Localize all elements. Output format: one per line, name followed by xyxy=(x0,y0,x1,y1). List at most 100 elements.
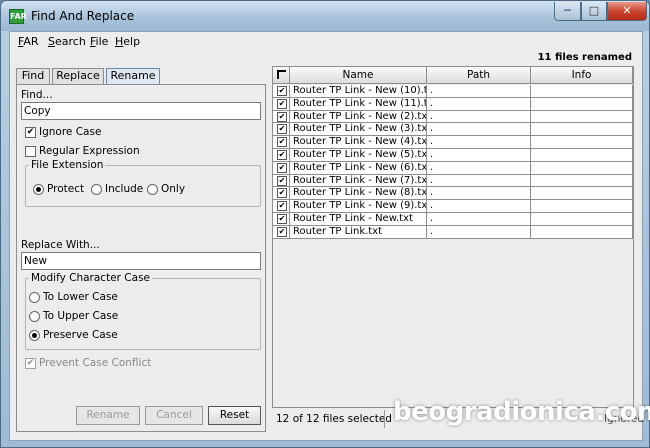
cell-info[interactable] xyxy=(531,123,633,137)
cell-path[interactable]: . xyxy=(427,136,531,149)
row-checkbox-cell[interactable]: ✔ xyxy=(273,174,290,188)
menu-far[interactable]: FAR xyxy=(18,35,39,48)
cell-path[interactable]: . xyxy=(427,187,531,201)
row-checkbox[interactable]: ✔ xyxy=(277,124,287,135)
cell-name[interactable]: Router TP Link - New (3).txt xyxy=(290,123,427,137)
table-row[interactable]: ✔ Router TP Link - New (9).txt. xyxy=(273,200,633,213)
row-checkbox[interactable]: ✔ xyxy=(277,201,287,212)
row-checkbox[interactable]: ✔ xyxy=(277,188,287,199)
cell-path[interactable]: . xyxy=(427,161,531,175)
cell-name[interactable]: Router TP Link - New (9).txt xyxy=(290,200,427,213)
cell-name[interactable]: Router TP Link - New (7).txt xyxy=(290,174,427,188)
row-checkbox-cell[interactable]: ✔ xyxy=(273,123,290,137)
radio-upper-case[interactable] xyxy=(29,311,40,322)
cell-info[interactable] xyxy=(531,110,633,124)
row-checkbox[interactable]: ✔ xyxy=(277,111,287,122)
row-checkbox[interactable]: ✔ xyxy=(277,86,287,96)
cell-info[interactable] xyxy=(531,136,633,149)
menu-help[interactable]: Help xyxy=(115,35,140,48)
table-row[interactable]: ✔ Router TP Link - New (2).txt. xyxy=(273,110,633,124)
minimize-button[interactable]: ─ xyxy=(554,2,581,21)
table-row[interactable]: ✔ Router TP Link - New (7).txt. xyxy=(273,174,633,188)
row-checkbox[interactable]: ✔ xyxy=(277,214,287,224)
row-checkbox-cell[interactable]: ✔ xyxy=(273,149,290,162)
radio-only[interactable] xyxy=(147,184,158,195)
table-row[interactable]: ✔ Router TP Link - New (3).txt. xyxy=(273,123,633,137)
select-all-header[interactable] xyxy=(273,67,290,84)
cell-name[interactable]: Router TP Link - New.txt xyxy=(290,213,427,226)
cell-path[interactable]: . xyxy=(427,123,531,137)
cell-name[interactable]: Router TP Link - New (6).txt xyxy=(290,161,427,175)
row-checkbox[interactable]: ✔ xyxy=(277,150,287,160)
row-checkbox-cell[interactable]: ✔ xyxy=(273,213,290,226)
cell-path[interactable]: . xyxy=(427,213,531,226)
tab-rename[interactable]: Rename xyxy=(106,68,160,85)
table-row[interactable]: ✔ Router TP Link - New (8).txt. xyxy=(273,187,633,201)
radio-preserve-case[interactable] xyxy=(29,330,40,341)
column-header-path[interactable]: Path xyxy=(427,67,531,84)
row-checkbox[interactable]: ✔ xyxy=(277,162,287,173)
table-row[interactable]: ✔ Router TP Link - New (6).txt. xyxy=(273,161,633,175)
table-row[interactable]: ✔ Router TP Link.txt. xyxy=(273,225,633,239)
row-checkbox[interactable]: ✔ xyxy=(277,137,287,148)
prevent-conflict-checkbox[interactable]: ✔ xyxy=(25,358,36,369)
regex-checkbox[interactable] xyxy=(25,146,36,157)
cell-name[interactable]: Router TP Link.txt xyxy=(290,225,427,239)
cancel-button[interactable]: Cancel xyxy=(145,406,203,425)
cell-info[interactable] xyxy=(531,200,633,213)
cell-info[interactable] xyxy=(531,97,633,111)
tab-find[interactable]: Find xyxy=(16,68,50,84)
ignore-case-checkbox[interactable]: ✔ xyxy=(25,127,36,138)
cell-path[interactable]: . xyxy=(427,200,531,213)
cell-info[interactable] xyxy=(531,161,633,175)
cell-name[interactable]: Router TP Link - New (5).txt xyxy=(290,149,427,162)
table-row[interactable]: ✔ Router TP Link - New (10).txt. xyxy=(273,85,633,98)
column-header-name[interactable]: Name xyxy=(290,67,427,84)
rename-button[interactable]: Rename xyxy=(76,406,140,425)
replace-input[interactable]: New xyxy=(21,252,261,270)
row-checkbox-cell[interactable]: ✔ xyxy=(273,97,290,111)
table-row[interactable]: ✔ Router TP Link - New (4).txt. xyxy=(273,136,633,149)
row-checkbox-cell[interactable]: ✔ xyxy=(273,200,290,213)
row-checkbox[interactable]: ✔ xyxy=(277,175,287,186)
cell-path[interactable]: . xyxy=(427,97,531,111)
maximize-button[interactable]: □ xyxy=(581,2,607,21)
cell-name[interactable]: Router TP Link - New (8).txt xyxy=(290,187,427,201)
cell-name[interactable]: Router TP Link - New (4).txt xyxy=(290,136,427,149)
menu-search[interactable]: Search xyxy=(48,35,86,48)
row-checkbox-cell[interactable]: ✔ xyxy=(273,85,290,98)
cell-name[interactable]: Router TP Link - New (2).txt xyxy=(290,110,427,124)
cell-path[interactable]: . xyxy=(427,174,531,188)
reset-button[interactable]: Reset xyxy=(208,406,261,425)
row-checkbox-cell[interactable]: ✔ xyxy=(273,225,290,239)
cell-info[interactable] xyxy=(531,85,633,98)
radio-protect[interactable] xyxy=(33,184,44,195)
table-row[interactable]: ✔ Router TP Link - New (11).txt. xyxy=(273,97,633,111)
radio-lower-case[interactable] xyxy=(29,292,40,303)
cell-info[interactable] xyxy=(531,149,633,162)
radio-include[interactable] xyxy=(91,184,102,195)
cell-path[interactable]: . xyxy=(427,110,531,124)
row-checkbox[interactable]: ✔ xyxy=(277,226,287,237)
cell-info[interactable] xyxy=(531,187,633,201)
cell-path[interactable]: . xyxy=(427,149,531,162)
find-input[interactable]: Copy xyxy=(21,102,261,120)
row-checkbox-cell[interactable]: ✔ xyxy=(273,136,290,149)
menu-file[interactable]: File xyxy=(90,35,108,48)
cell-path[interactable]: . xyxy=(427,225,531,239)
table-row[interactable]: ✔ Router TP Link - New.txt. xyxy=(273,213,633,226)
row-checkbox[interactable]: ✔ xyxy=(277,98,287,109)
close-button[interactable]: ✕ xyxy=(607,2,647,21)
cell-name[interactable]: Router TP Link - New (10).txt xyxy=(290,85,427,98)
row-checkbox-cell[interactable]: ✔ xyxy=(273,187,290,201)
cell-name[interactable]: Router TP Link - New (11).txt xyxy=(290,97,427,111)
cell-path[interactable]: . xyxy=(427,85,531,98)
cell-info[interactable] xyxy=(531,213,633,226)
row-checkbox-cell[interactable]: ✔ xyxy=(273,161,290,175)
table-row[interactable]: ✔ Router TP Link - New (5).txt. xyxy=(273,149,633,162)
row-checkbox-cell[interactable]: ✔ xyxy=(273,110,290,124)
tab-replace[interactable]: Replace xyxy=(52,68,104,84)
title-bar[interactable]: FAR Find And Replace ─ □ ✕ xyxy=(1,1,649,31)
cell-info[interactable] xyxy=(531,174,633,188)
column-header-info[interactable]: Info xyxy=(531,67,633,84)
